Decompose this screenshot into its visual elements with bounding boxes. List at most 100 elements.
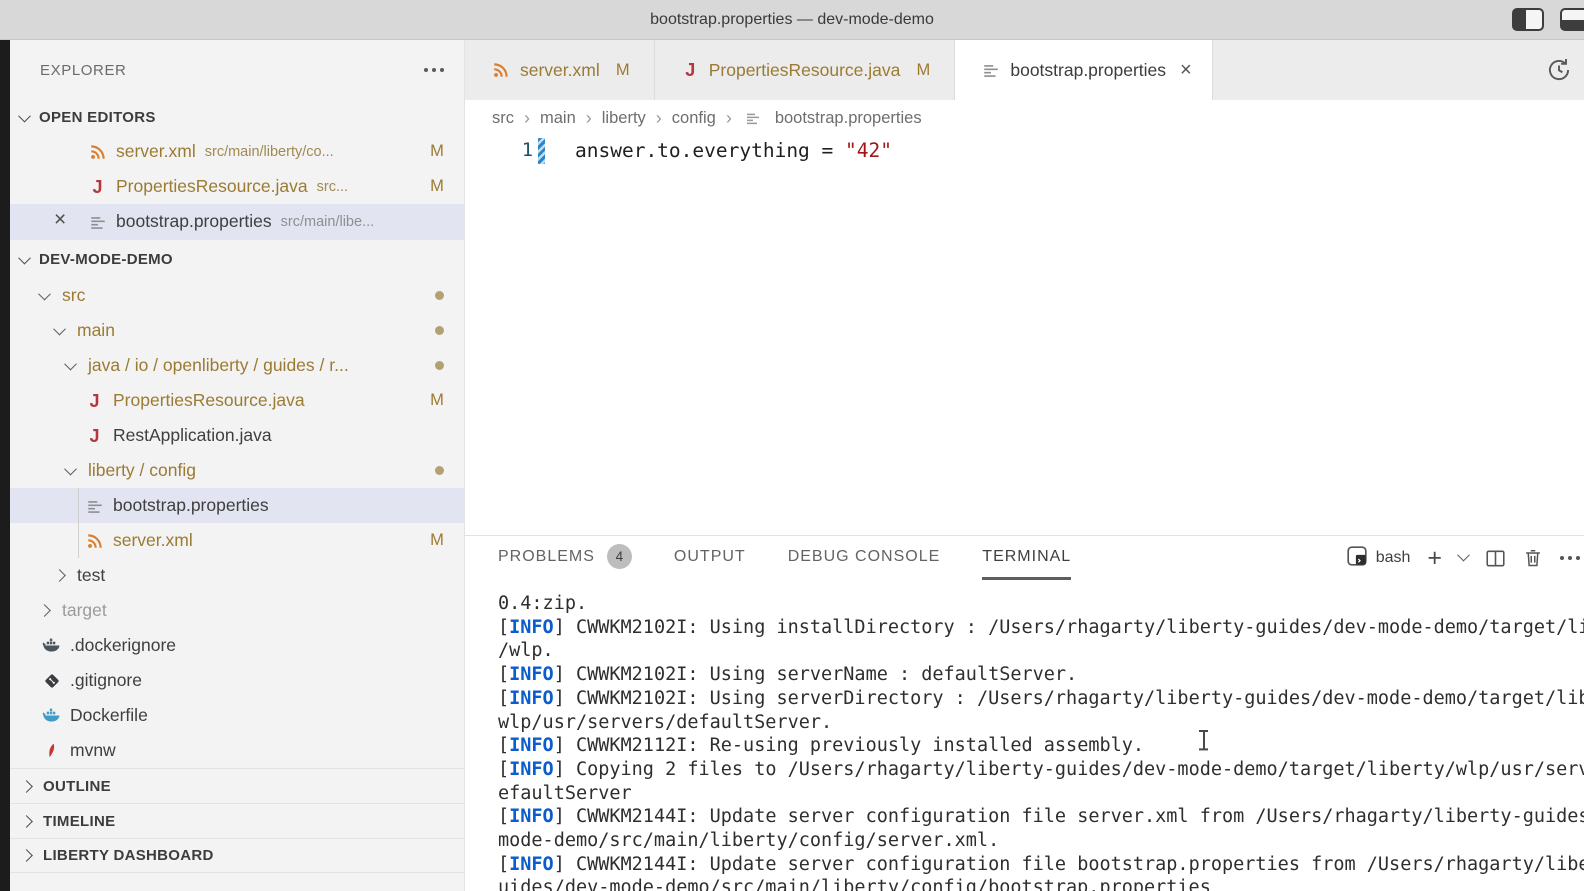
tree-item-src[interactable]: src bbox=[10, 278, 464, 313]
java-file-icon: J bbox=[85, 392, 104, 410]
xml-file-icon bbox=[88, 142, 107, 161]
tree-item-rest-application-java[interactable]: J RestApplication.java bbox=[10, 418, 464, 453]
explorer-sidebar: EXPLORER OPEN EDITORS server.xml src/mai… bbox=[10, 40, 465, 891]
close-icon[interactable]: × bbox=[54, 209, 66, 230]
breadcrumb-item-file[interactable]: bootstrap.properties bbox=[775, 109, 922, 128]
tree-item-server-xml[interactable]: server.xml M bbox=[10, 523, 464, 558]
code-editor[interactable]: 1 answer.to.everything = "42" bbox=[465, 136, 1584, 535]
tab-server-xml[interactable]: server.xml M bbox=[465, 40, 655, 100]
split-terminal-icon[interactable] bbox=[1485, 548, 1506, 569]
editor-area: server.xml M J PropertiesResource.java M… bbox=[465, 40, 1584, 891]
breadcrumb-separator: › bbox=[656, 108, 662, 129]
terminal-line: wlp/usr/servers/defaultServer. bbox=[498, 711, 1584, 735]
xml-file-icon bbox=[491, 61, 510, 80]
new-terminal-plus-icon[interactable]: + bbox=[1427, 546, 1442, 571]
code-text: answer.to.everything = "42" bbox=[575, 139, 892, 162]
open-editor-properties-resource[interactable]: J PropertiesResource.java src... M bbox=[10, 169, 464, 204]
shell-picker[interactable]: bash bbox=[1346, 545, 1411, 572]
modified-dot-badge bbox=[435, 291, 444, 300]
close-icon[interactable]: × bbox=[1180, 60, 1192, 80]
modified-badge: M bbox=[426, 531, 448, 550]
terminal-line: [INFO] CWWKM2144I: Update server configu… bbox=[498, 853, 1584, 877]
java-file-icon: J bbox=[85, 427, 104, 445]
tab-output[interactable]: OUTPUT bbox=[674, 536, 746, 580]
tree-item-dockerfile[interactable]: Dockerfile bbox=[10, 698, 464, 733]
chevron-down-icon bbox=[38, 288, 51, 301]
title-bar: bootstrap.properties — dev-mode-demo bbox=[0, 0, 1584, 40]
tab-terminal[interactable]: TERMINAL bbox=[982, 536, 1071, 580]
open-editors-header[interactable]: OPEN EDITORS bbox=[10, 100, 464, 134]
project-section-header[interactable]: DEV-MODE-DEMO bbox=[10, 239, 464, 278]
terminal-line: [INFO] Copying 2 files to /Users/rhagart… bbox=[498, 758, 1584, 782]
terminal-line: mode-demo/src/main/liberty/config/server… bbox=[498, 829, 1584, 853]
activity-bar-strip bbox=[0, 40, 10, 891]
terminal-line: [INFO] CWWKM2144I: Update server configu… bbox=[498, 805, 1584, 829]
java-file-icon: J bbox=[681, 61, 700, 79]
text-cursor-pointer bbox=[1198, 730, 1209, 750]
chevron-right-icon bbox=[53, 569, 66, 582]
tab-bootstrap-properties[interactable]: bootstrap.properties × bbox=[955, 40, 1212, 100]
properties-file-icon bbox=[744, 109, 763, 128]
file-name: bootstrap.properties bbox=[116, 211, 272, 232]
tree-item-properties-resource-java[interactable]: J PropertiesResource.java M bbox=[10, 383, 464, 418]
sidebar-section-liberty-dashboard[interactable]: LIBERTY DASHBOARD bbox=[10, 838, 464, 873]
kill-terminal-trash-icon[interactable] bbox=[1523, 548, 1543, 568]
bash-terminal-icon bbox=[1346, 545, 1368, 572]
file-path: src/main/liberty/co... bbox=[205, 144, 334, 160]
breadcrumb-separator: › bbox=[726, 108, 732, 129]
maven-file-icon bbox=[42, 741, 61, 760]
tree-item-target[interactable]: target bbox=[10, 593, 464, 628]
chevron-down-icon bbox=[64, 358, 77, 371]
tree-item-gitignore[interactable]: .gitignore bbox=[10, 663, 464, 698]
breadcrumb-item-config[interactable]: config bbox=[672, 109, 716, 128]
tree-item-mvnw[interactable]: mvnw bbox=[10, 733, 464, 768]
breadcrumb-item-liberty[interactable]: liberty bbox=[602, 109, 646, 128]
breadcrumb-item-main[interactable]: main bbox=[540, 109, 576, 128]
toggle-sidebar-icon[interactable] bbox=[1512, 8, 1544, 31]
terminal-line: /wlp. bbox=[498, 639, 1584, 663]
java-file-icon: J bbox=[88, 178, 107, 196]
terminal-line: [INFO] CWWKM2102I: Using installDirector… bbox=[498, 616, 1584, 640]
chevron-down-icon bbox=[53, 323, 66, 336]
terminal-output[interactable]: 0.4:zip.[INFO] CWWKM2102I: Using install… bbox=[465, 580, 1584, 891]
modified-badge: M bbox=[426, 391, 448, 410]
modified-badge: M bbox=[426, 177, 448, 196]
modified-dot-badge bbox=[435, 361, 444, 370]
tab-label: bootstrap.properties bbox=[1010, 60, 1166, 81]
tree-item-java-package[interactable]: java / io / openliberty / guides / r... bbox=[10, 348, 464, 383]
sidebar-section-outline[interactable]: OUTLINE bbox=[10, 768, 464, 803]
terminal-line: [INFO] CWWKM2102I: Using serverDirectory… bbox=[498, 687, 1584, 711]
breadcrumb-item-src[interactable]: src bbox=[492, 109, 514, 128]
modified-badge: M bbox=[612, 61, 634, 80]
modified-dot-badge bbox=[435, 326, 444, 335]
chevron-right-icon bbox=[38, 604, 51, 617]
tree-item-test[interactable]: test bbox=[10, 558, 464, 593]
sidebar-section-timeline[interactable]: TIMELINE bbox=[10, 803, 464, 838]
tree-item-main[interactable]: main bbox=[10, 313, 464, 348]
toggle-panel-icon[interactable] bbox=[1560, 8, 1584, 31]
terminal-picker-chevron-icon[interactable] bbox=[1457, 549, 1470, 562]
tree-item-dockerignore[interactable]: .dockerignore bbox=[10, 628, 464, 663]
panel-actions: bash + bbox=[1346, 536, 1584, 580]
tab-properties-resource-java[interactable]: J PropertiesResource.java M bbox=[655, 40, 956, 100]
explorer-title: EXPLORER bbox=[40, 62, 127, 79]
history-icon[interactable] bbox=[1546, 57, 1572, 83]
bottom-panel: PROBLEMS 4 OUTPUT DEBUG CONSOLE TERMINAL bbox=[465, 535, 1584, 891]
modified-badge: M bbox=[912, 61, 934, 80]
open-editor-bootstrap-properties[interactable]: × bootstrap.properties src/main/libe... bbox=[10, 204, 464, 239]
tree-item-bootstrap-properties[interactable]: bootstrap.properties bbox=[10, 488, 464, 523]
xml-file-icon bbox=[85, 531, 104, 550]
terminal-line: uides/dev-mode-demo/src/main/liberty/con… bbox=[498, 876, 1584, 891]
tab-problems[interactable]: PROBLEMS 4 bbox=[498, 536, 632, 580]
editor-tab-bar: server.xml M J PropertiesResource.java M… bbox=[465, 40, 1584, 100]
tree-item-liberty-config[interactable]: liberty / config bbox=[10, 453, 464, 488]
tab-debug-console[interactable]: DEBUG CONSOLE bbox=[788, 536, 941, 580]
more-actions-icon[interactable] bbox=[422, 62, 446, 78]
properties-file-icon bbox=[88, 212, 107, 231]
chevron-down-icon bbox=[64, 463, 77, 476]
file-name: server.xml bbox=[116, 141, 196, 162]
open-editor-server-xml[interactable]: server.xml src/main/liberty/co... M bbox=[10, 134, 464, 169]
tab-label: server.xml bbox=[520, 60, 600, 81]
file-path: src/main/libe... bbox=[281, 214, 374, 230]
more-actions-icon[interactable] bbox=[1560, 556, 1580, 560]
